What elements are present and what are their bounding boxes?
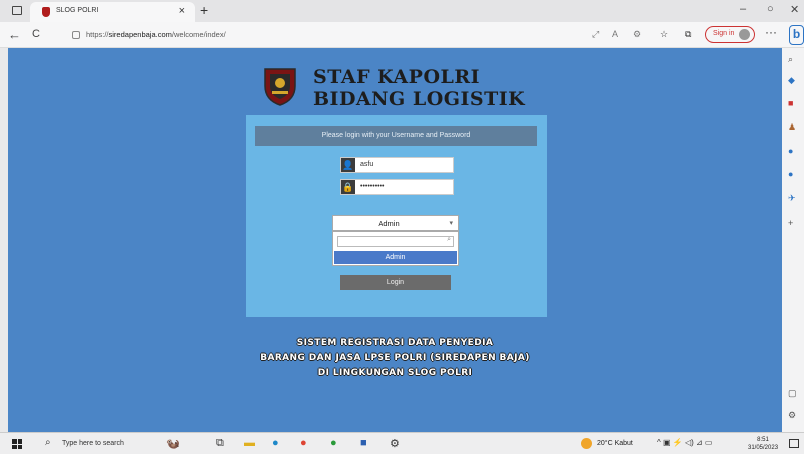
back-button[interactable]: ← (8, 27, 21, 42)
title-line-1: STAF KAPOLRI (313, 66, 481, 88)
notification-icon[interactable] (789, 439, 799, 448)
username-value: asfu (360, 161, 374, 168)
browser-tab[interactable]: SLOG POLRI × (30, 2, 195, 22)
police-emblem-logo (264, 68, 296, 106)
role-dropdown: ⌕ Admin (332, 231, 459, 266)
tools-icon[interactable]: ■ (788, 98, 793, 108)
refresh-button[interactable]: C (32, 28, 40, 40)
footer-line-2: BARANG DAN JASA LPSE POLRI (SIREDAPEN BA… (260, 353, 530, 363)
new-tab-button[interactable]: + (200, 2, 208, 18)
user-icon: 👤 (341, 158, 355, 172)
translate-icon[interactable]: A (612, 29, 618, 39)
url-prefix: https:// (86, 30, 109, 39)
sidebar-layout-icon[interactable]: ▢ (788, 388, 797, 399)
url-host: siredapenbaja.com (108, 30, 172, 39)
password-value: •••••••••• (360, 183, 385, 190)
address-bar[interactable]: https://siredapenbaja.com/welcome/index/ (72, 28, 582, 44)
time-text: 8:51 (757, 437, 769, 443)
office-icon[interactable]: ● (788, 146, 793, 156)
tab-title: SLOG POLRI (56, 7, 99, 14)
url-path: /welcome/index/ (171, 30, 226, 39)
police-shield-icon (42, 7, 50, 17)
window-menu-icon[interactable] (12, 6, 22, 15)
chevron-down-icon: ▾ (449, 220, 453, 227)
add-icon[interactable]: + (788, 218, 793, 228)
dropdown-search-input[interactable]: ⌕ (337, 236, 454, 247)
role-selected: Admin (378, 219, 400, 228)
system-description: SISTEM REGISTRASI DATA PENYEDIA BARANG D… (8, 336, 782, 381)
weather-icon[interactable] (581, 438, 592, 449)
role-select[interactable]: Admin ▾ (332, 215, 459, 231)
login-panel: Please login with your Username and Pass… (246, 115, 547, 317)
tag-icon[interactable]: ◆ (788, 75, 795, 86)
footer-line-1: SISTEM REGISTRASI DATA PENYEDIA (296, 338, 494, 348)
sign-in-button[interactable]: Sign in (705, 26, 755, 43)
title-line-2: BIDANG LOGISTIK (313, 88, 526, 110)
search-icon[interactable]: ⌕ (788, 54, 793, 65)
lock-icon (72, 31, 80, 39)
lock-icon: 🔒 (341, 180, 355, 194)
office-app-icon[interactable]: ● (300, 437, 307, 449)
search-icon[interactable]: ⌕ (45, 437, 51, 448)
footer-line-3: DI LINGKUNGAN SLOG POLRI (317, 368, 473, 378)
browser-tab-bar: SLOG POLRI × + – ○ ✕ (0, 0, 804, 22)
file-explorer-icon[interactable]: ▬ (244, 437, 255, 449)
system-tray-icons[interactable]: ^ ▣ ⚡ ◁) ⊿ ▭ (657, 438, 712, 447)
extensions-icon[interactable]: ⚙ (633, 29, 641, 40)
animal-widget-icon[interactable]: 🦦 (166, 437, 180, 450)
games-icon[interactable]: ♟ (788, 122, 796, 133)
favorites-icon[interactable]: ☆ (660, 29, 668, 40)
password-field[interactable]: 🔒 •••••••••• (340, 179, 454, 195)
taskbar-search-input[interactable]: Type here to search (62, 440, 124, 447)
maximize-button[interactable]: ○ (767, 3, 774, 15)
dropdown-option-admin[interactable]: Admin (334, 251, 457, 264)
weather-text[interactable]: 20°C Kabut (597, 440, 633, 447)
bing-icon[interactable]: b (789, 25, 804, 45)
settings-icon[interactable]: ⚙ (788, 410, 796, 421)
minimize-button[interactable]: – (740, 3, 746, 15)
collections-icon[interactable]: ⧉ (685, 29, 691, 40)
url-text[interactable]: https://siredapenbaja.com/welcome/index/ (86, 30, 226, 39)
word-icon[interactable]: ■ (360, 437, 367, 449)
browser-sidebar: ⌕ ◆ ■ ♟ ● ● ✈ + ▢ ⚙ (782, 48, 804, 432)
username-field[interactable]: 👤 asfu (340, 157, 454, 173)
whatsapp-icon[interactable]: ● (330, 437, 337, 449)
read-aloud-icon[interactable]: ⤢ (592, 29, 599, 40)
task-view-icon[interactable]: ⧉ (216, 437, 224, 450)
clock[interactable]: 8:51 31/05/2023 (748, 436, 778, 452)
avatar-icon (739, 29, 750, 40)
windows-taskbar: ⌕ Type here to search 🦦 ⧉ ▬ ● ● ● ■ ⚙ 20… (0, 432, 804, 454)
outlook-icon[interactable]: ● (788, 169, 793, 179)
browser-menu-button[interactable]: ··· (765, 25, 777, 39)
login-page: STAF KAPOLRI BIDANG LOGISTIK Please logi… (8, 48, 782, 432)
page-title: STAF KAPOLRI BIDANG LOGISTIK (313, 66, 525, 110)
tab-close-icon[interactable]: × (179, 5, 185, 17)
date-text: 31/05/2023 (748, 445, 779, 451)
sign-in-label: Sign in (713, 30, 735, 37)
search-icon: ⌕ (447, 236, 451, 243)
close-window-button[interactable]: ✕ (790, 3, 799, 16)
settings-icon[interactable]: ⚙ (390, 437, 400, 450)
drop-icon[interactable]: ✈ (788, 193, 796, 204)
windows-start-icon[interactable] (12, 439, 22, 449)
login-prompt: Please login with your Username and Pass… (255, 126, 537, 146)
login-button[interactable]: Login (340, 275, 451, 290)
browser-toolbar: ← C https://siredapenbaja.com/welcome/in… (0, 22, 804, 48)
edge-icon[interactable]: ● (272, 437, 279, 449)
